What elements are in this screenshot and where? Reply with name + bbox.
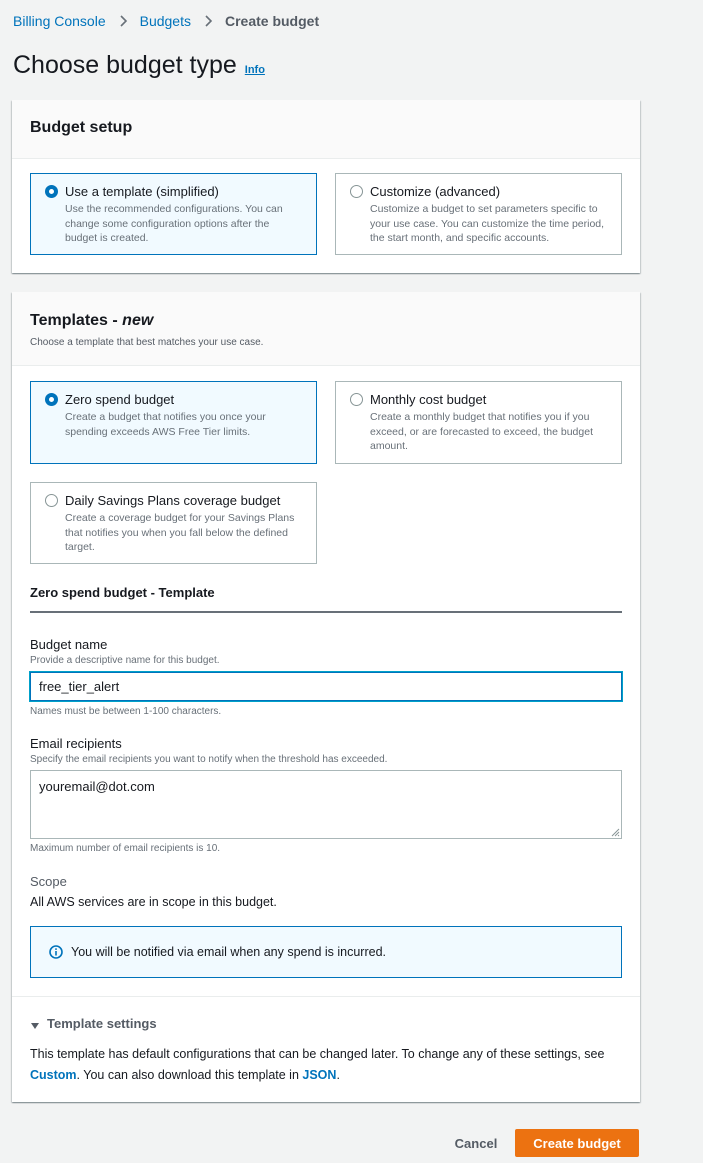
section-divider: [30, 611, 622, 613]
template-title: Daily Savings Plans coverage budget: [65, 493, 281, 508]
templates-panel: Templates - new Choose a template that b…: [12, 292, 640, 1102]
templates-header: Templates - new Choose a template that b…: [12, 292, 640, 366]
templates-title-text: Templates -: [30, 312, 123, 329]
email-recipients-value: youremail@dot.com: [39, 779, 155, 794]
email-recipients-description: Specify the email recipients you want to…: [30, 754, 388, 765]
template-section-title: Zero spend budget - Template: [30, 585, 215, 600]
create-budget-button[interactable]: Create budget: [515, 1129, 639, 1157]
radio-use-template[interactable]: [45, 185, 58, 198]
template-description: Create a coverage budget for your Saving…: [65, 512, 295, 553]
info-icon: [49, 945, 63, 959]
radio-customize[interactable]: [350, 185, 363, 198]
custom-link[interactable]: Custom: [30, 1068, 77, 1082]
budget-name-label: Budget name: [30, 637, 108, 652]
caret-down-icon: [30, 1019, 40, 1029]
template-title: Zero spend budget: [65, 392, 175, 407]
budget-setup-title: Budget setup: [30, 119, 133, 136]
scope-label: Scope: [30, 874, 67, 889]
template-title: Monthly cost budget: [370, 392, 487, 407]
json-link[interactable]: JSON: [302, 1068, 336, 1082]
radio-daily-savings[interactable]: [45, 494, 58, 507]
budget-name-description: Provide a descriptive name for this budg…: [30, 655, 220, 666]
template-settings-toggle[interactable]: Template settings: [30, 1016, 157, 1031]
template-description: Create a monthly budget that notifies yo…: [370, 411, 593, 452]
chevron-right-icon: [116, 14, 130, 28]
budget-setup-panel: Budget setup Use a template (simplified)…: [12, 100, 640, 273]
template-daily-savings[interactable]: Daily Savings Plans coverage budget Crea…: [30, 482, 317, 564]
template-description: Create a budget that notifies you once y…: [65, 411, 266, 438]
template-settings-text: This template has default configurations…: [30, 1044, 630, 1086]
email-recipients-textarea[interactable]: youremail@dot.com: [30, 770, 622, 839]
scope-value: All AWS services are in scope in this bu…: [30, 895, 277, 909]
radio-zero-spend[interactable]: [45, 393, 58, 406]
page-title-text: Choose budget type: [13, 51, 237, 79]
alert-text: You will be notified via email when any …: [71, 945, 386, 959]
option-title: Customize (advanced): [370, 184, 501, 199]
settings-text-part: . You can also download this template in: [76, 1068, 303, 1082]
settings-text-part: This template has default configurations…: [30, 1047, 605, 1061]
info-alert: You will be notified via email when any …: [30, 926, 622, 978]
breadcrumb-billing-console[interactable]: Billing Console: [13, 13, 106, 29]
breadcrumb-budgets[interactable]: Budgets: [140, 13, 191, 29]
radio-monthly-cost[interactable]: [350, 393, 363, 406]
info-link[interactable]: Info: [245, 64, 265, 76]
breadcrumb: Billing Console Budgets Create budget: [13, 13, 319, 29]
option-description: Use the recommended configurations. You …: [65, 203, 283, 244]
page-title: Choose budget type Info: [13, 51, 265, 80]
settings-text-part: .: [336, 1068, 340, 1082]
email-recipients-constraint: Maximum number of email recipients is 10…: [30, 843, 221, 854]
email-recipients-label: Email recipients: [30, 736, 122, 751]
breadcrumb-current: Create budget: [224, 13, 320, 29]
resize-grip-icon[interactable]: [611, 828, 620, 837]
template-monthly-cost[interactable]: Monthly cost budget Create a monthly bud…: [335, 381, 622, 464]
option-title: Use a template (simplified): [65, 184, 219, 199]
templates-title: Templates - new: [30, 312, 622, 330]
option-use-template[interactable]: Use a template (simplified) Use the reco…: [30, 173, 317, 255]
templates-description: Choose a template that best matches your…: [30, 337, 264, 348]
budget-setup-header: Budget setup: [12, 100, 640, 159]
template-zero-spend[interactable]: Zero spend budget Create a budget that n…: [30, 381, 317, 464]
cancel-button[interactable]: Cancel: [445, 1130, 507, 1156]
budget-name-input[interactable]: free_tier_alert: [30, 672, 622, 701]
template-settings-label: Template settings: [47, 1016, 157, 1031]
option-customize[interactable]: Customize (advanced) Customize a budget …: [335, 173, 622, 255]
chevron-right-icon: [201, 14, 215, 28]
panel-separator: [12, 996, 640, 997]
templates-title-new: new: [122, 312, 154, 329]
option-description: Customize a budget to set parameters spe…: [370, 203, 605, 244]
budget-name-constraint: Names must be between 1-100 characters.: [30, 706, 222, 717]
